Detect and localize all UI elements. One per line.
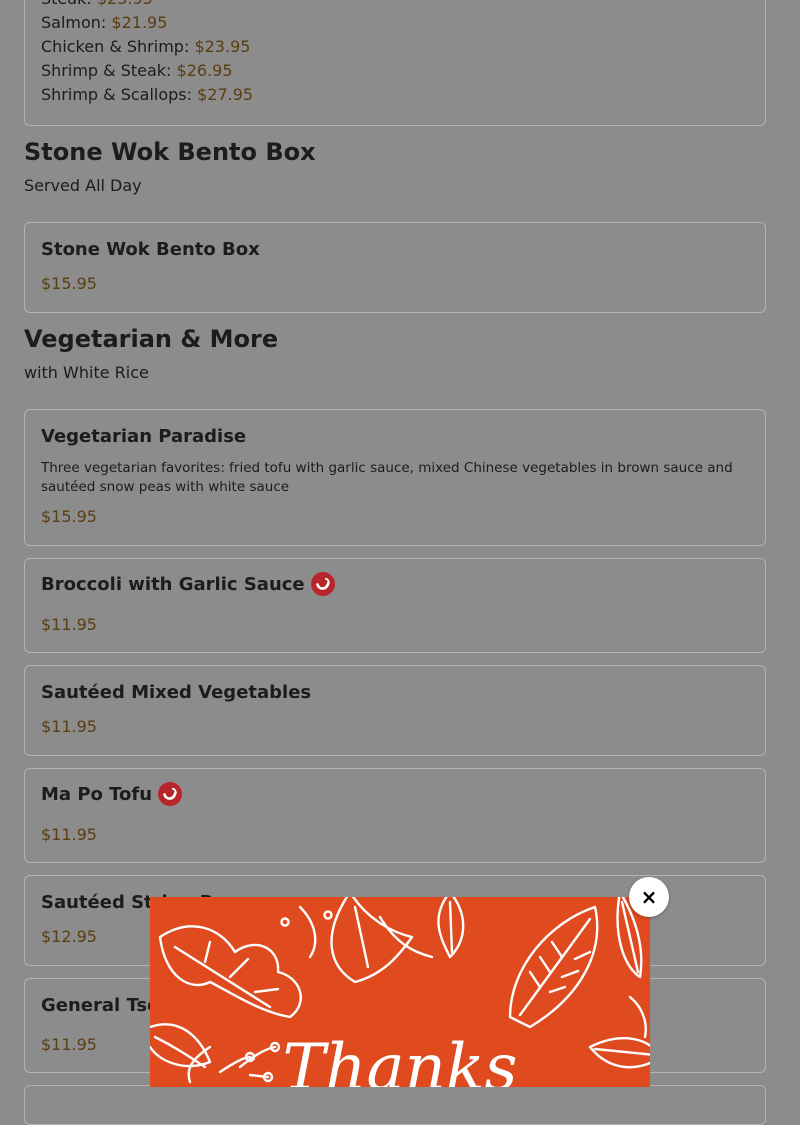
section-title: Vegetarian & More: [24, 325, 279, 353]
section-subtitle: with White Rice: [24, 363, 149, 382]
item-name: Stone Wok Bento Box: [41, 239, 260, 260]
section-subtitle: Served All Day: [24, 176, 142, 195]
menu-item-card[interactable]: Stone Wok Bento Box $15.95: [24, 222, 766, 313]
chili-pepper-icon: [158, 781, 183, 806]
item-price: $11.95: [41, 1035, 97, 1054]
promo-text: Thanks: [283, 1031, 518, 1087]
item-price: $15.95: [41, 274, 97, 293]
menu-item-card[interactable]: Vegetarian Paradise Three vegetarian fav…: [24, 409, 766, 546]
price-line: Steak: $23.95: [41, 0, 153, 8]
item-price: $12.95: [41, 927, 97, 946]
menu-item-card[interactable]: Broccoli with Garlic Sauce $11.95: [24, 558, 766, 653]
item-price: $11.95: [41, 825, 97, 844]
item-description: Three vegetarian favorites: fried tofu w…: [41, 460, 733, 495]
close-button[interactable]: ×: [629, 877, 669, 917]
promo-popup-image: Thanks: [150, 897, 650, 1087]
chili-pepper-icon: [310, 571, 335, 596]
price-line: Shrimp & Scallops: $27.95: [41, 85, 254, 104]
item-price: $11.95: [41, 615, 97, 634]
item-name-row: Ma Po Tofu: [41, 781, 183, 806]
section-title: Stone Wok Bento Box: [24, 138, 316, 166]
item-name-row: Broccoli with Garlic Sauce: [41, 571, 335, 596]
price-line: Shrimp & Steak: $26.95: [41, 61, 233, 80]
item-name: Ma Po Tofu: [41, 784, 153, 805]
price-line: Chicken & Shrimp: $23.95: [41, 37, 251, 56]
autumn-leaves-pattern: Thanks: [150, 897, 650, 1087]
item-name: Broccoli with Garlic Sauce: [41, 574, 305, 595]
item-name: Sautéed Mixed Vegetables: [41, 682, 312, 703]
combo-price-card: Steak: $23.95 Salmon: $21.95 Chicken & S…: [24, 0, 766, 126]
menu-item-card[interactable]: Ma Po Tofu $11.95: [24, 768, 766, 863]
item-price: $15.95: [41, 507, 97, 526]
menu-item-card[interactable]: Sautéed Mixed Vegetables $11.95: [24, 665, 766, 756]
price-line: Salmon: $21.95: [41, 13, 168, 32]
close-icon: ×: [640, 885, 658, 909]
item-name: Vegetarian Paradise: [41, 426, 247, 447]
item-price: $11.95: [41, 717, 97, 736]
menu-item-card[interactable]: [24, 1085, 766, 1125]
